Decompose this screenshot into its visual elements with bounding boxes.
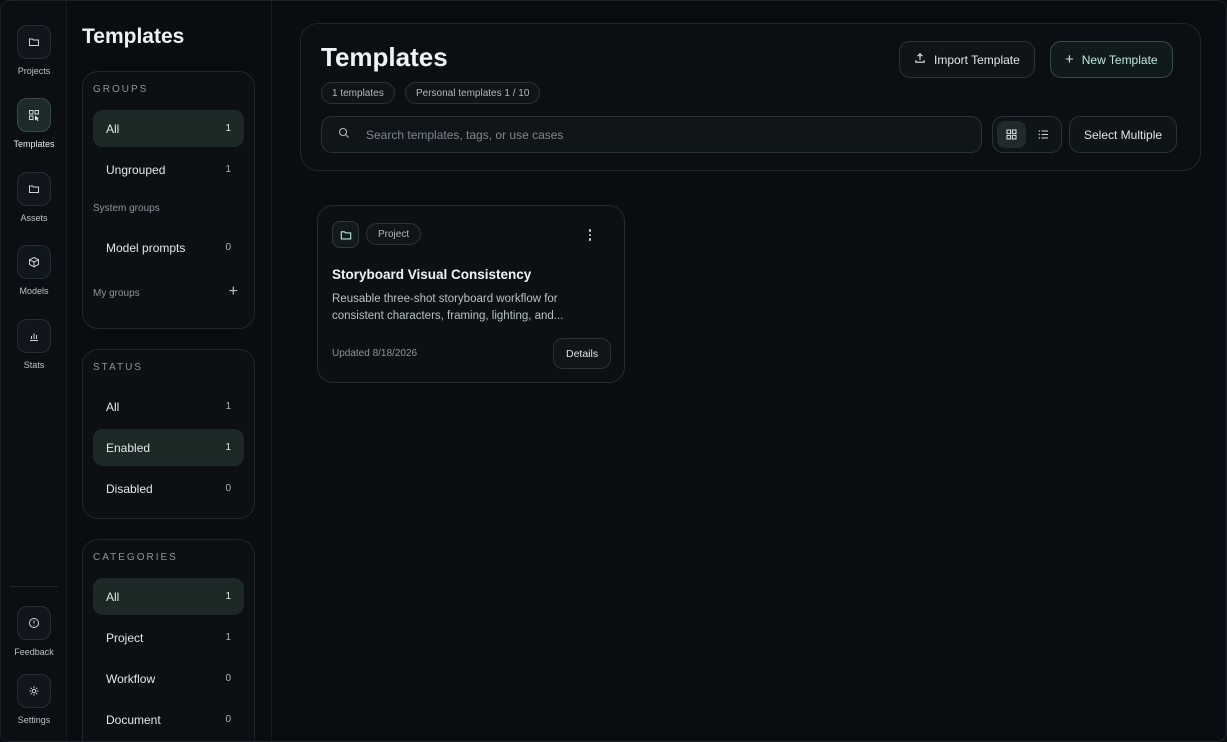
import-label: Import Template xyxy=(934,52,1020,67)
search-icon xyxy=(338,126,350,144)
gear-icon[interactable] xyxy=(17,674,51,708)
category-badge: Project xyxy=(366,223,422,245)
template-count-badge: 1 templates xyxy=(321,82,395,104)
status-item-all[interactable]: All 1 xyxy=(93,388,244,425)
page-title: Templates xyxy=(321,42,448,72)
item-label: Project xyxy=(106,630,144,645)
group-item-ungrouped[interactable]: Ungrouped 1 xyxy=(93,151,244,188)
rail-item-stats[interactable]: Stats xyxy=(1,319,67,370)
rail-item-settings[interactable]: Settings xyxy=(1,674,67,725)
grid-icon[interactable] xyxy=(17,98,51,132)
rail-label: Templates xyxy=(13,139,55,149)
rail-item-templates[interactable]: Templates xyxy=(1,92,67,158)
item-count: 1 xyxy=(225,401,231,412)
groups-section: GROUPS All 1 Ungrouped 1 System groups M… xyxy=(82,71,255,329)
search-input[interactable] xyxy=(366,127,926,142)
group-item-all[interactable]: All 1 xyxy=(93,110,244,147)
rail-divider xyxy=(10,586,58,587)
categories-heading: CATEGORIES xyxy=(93,552,178,563)
item-count: 0 xyxy=(225,483,231,494)
select-multiple-button[interactable]: Select Multiple xyxy=(1069,116,1178,153)
folder-icon[interactable] xyxy=(17,172,51,206)
alert-circle-icon[interactable] xyxy=(17,606,51,640)
item-count: 0 xyxy=(225,242,231,253)
category-item-workflow[interactable]: Workflow 0 xyxy=(93,660,244,697)
group-item-model-prompts[interactable]: Model prompts 0 xyxy=(93,229,244,266)
status-item-disabled[interactable]: Disabled 0 xyxy=(93,470,244,507)
status-item-enabled[interactable]: Enabled 1 xyxy=(93,429,244,466)
item-label: Model prompts xyxy=(106,240,186,255)
item-count: 1 xyxy=(225,632,231,643)
filter-panel: Templates GROUPS All 1 Ungrouped 1 Syste… xyxy=(68,1,272,741)
rail-label: Assets xyxy=(20,213,48,223)
my-groups-heading: My groups xyxy=(93,288,140,299)
item-count: 0 xyxy=(225,714,231,725)
main-content: Templates 1 templates Personal templates… xyxy=(273,1,1226,741)
grid-icon xyxy=(1006,129,1017,140)
folder-icon[interactable] xyxy=(17,25,51,59)
search-bar[interactable] xyxy=(321,116,982,153)
personal-quota-badge: Personal templates 1 / 10 xyxy=(405,82,541,104)
cube-icon[interactable] xyxy=(17,245,51,279)
add-group-button[interactable]: + xyxy=(229,283,238,301)
view-toggle xyxy=(992,116,1062,153)
category-item-project[interactable]: Project 1 xyxy=(93,619,244,656)
header-card: Templates 1 templates Personal templates… xyxy=(300,23,1201,171)
categories-section: CATEGORIES All 1 Project 1 Workflow 0 Do… xyxy=(82,539,255,741)
grid-view-button[interactable] xyxy=(997,121,1026,148)
template-title: Storyboard Visual Consistency xyxy=(332,267,532,282)
upload-icon xyxy=(914,52,926,67)
category-item-document[interactable]: Document 0 xyxy=(93,701,244,738)
rail-label: Stats xyxy=(23,360,45,370)
nav-rail: Projects Templates Assets Models Stats F… xyxy=(1,1,67,741)
item-label: All xyxy=(106,399,120,414)
item-label: Disabled xyxy=(106,481,153,496)
item-label: Ungrouped xyxy=(106,162,166,177)
item-count: 1 xyxy=(225,442,231,453)
template-card[interactable]: Project Storyboard Visual Consistency Re… xyxy=(317,205,625,383)
item-label: Enabled xyxy=(106,440,151,455)
list-icon xyxy=(1038,130,1048,139)
rail-item-projects[interactable]: Projects xyxy=(1,25,67,76)
rail-label: Projects xyxy=(17,66,51,76)
list-view-button[interactable] xyxy=(1029,121,1058,148)
item-label: Document xyxy=(106,712,161,727)
new-label: New Template xyxy=(1081,52,1158,67)
folder-icon xyxy=(332,221,359,248)
import-template-button[interactable]: Import Template xyxy=(899,41,1035,78)
system-groups-heading: System groups xyxy=(93,203,160,214)
item-count: 1 xyxy=(225,591,231,602)
plus-icon: + xyxy=(1065,50,1074,68)
rail-label: Feedback xyxy=(14,647,54,657)
rail-label: Models xyxy=(19,286,49,296)
item-count: 0 xyxy=(225,673,231,684)
details-button[interactable]: Details xyxy=(553,338,612,369)
template-description: Reusable three-shot storyboard workflow … xyxy=(332,293,564,322)
more-options-icon[interactable] xyxy=(582,226,598,244)
category-item-all[interactable]: All 1 xyxy=(93,578,244,615)
updated-date: Updated 8/18/2026 xyxy=(332,348,418,359)
bar-chart-icon[interactable] xyxy=(17,319,51,353)
item-label: All xyxy=(106,589,120,604)
status-section: STATUS All 1 Enabled 1 Disabled 0 xyxy=(82,349,255,519)
new-template-button[interactable]: + New Template xyxy=(1050,41,1173,78)
rail-item-feedback[interactable]: Feedback xyxy=(1,606,67,657)
rail-label: Settings xyxy=(17,715,51,725)
item-count: 1 xyxy=(225,123,231,134)
rail-item-models[interactable]: Models xyxy=(1,245,67,296)
status-heading: STATUS xyxy=(93,362,143,373)
select-multiple-label: Select Multiple xyxy=(1084,127,1163,142)
rail-item-assets[interactable]: Assets xyxy=(1,172,67,223)
app-window: Projects Templates Assets Models Stats F… xyxy=(0,0,1227,742)
item-label: Workflow xyxy=(106,671,156,686)
item-label: All xyxy=(106,121,120,136)
item-count: 1 xyxy=(225,164,231,175)
panel-title: Templates xyxy=(82,25,185,48)
groups-heading: GROUPS xyxy=(93,84,149,95)
